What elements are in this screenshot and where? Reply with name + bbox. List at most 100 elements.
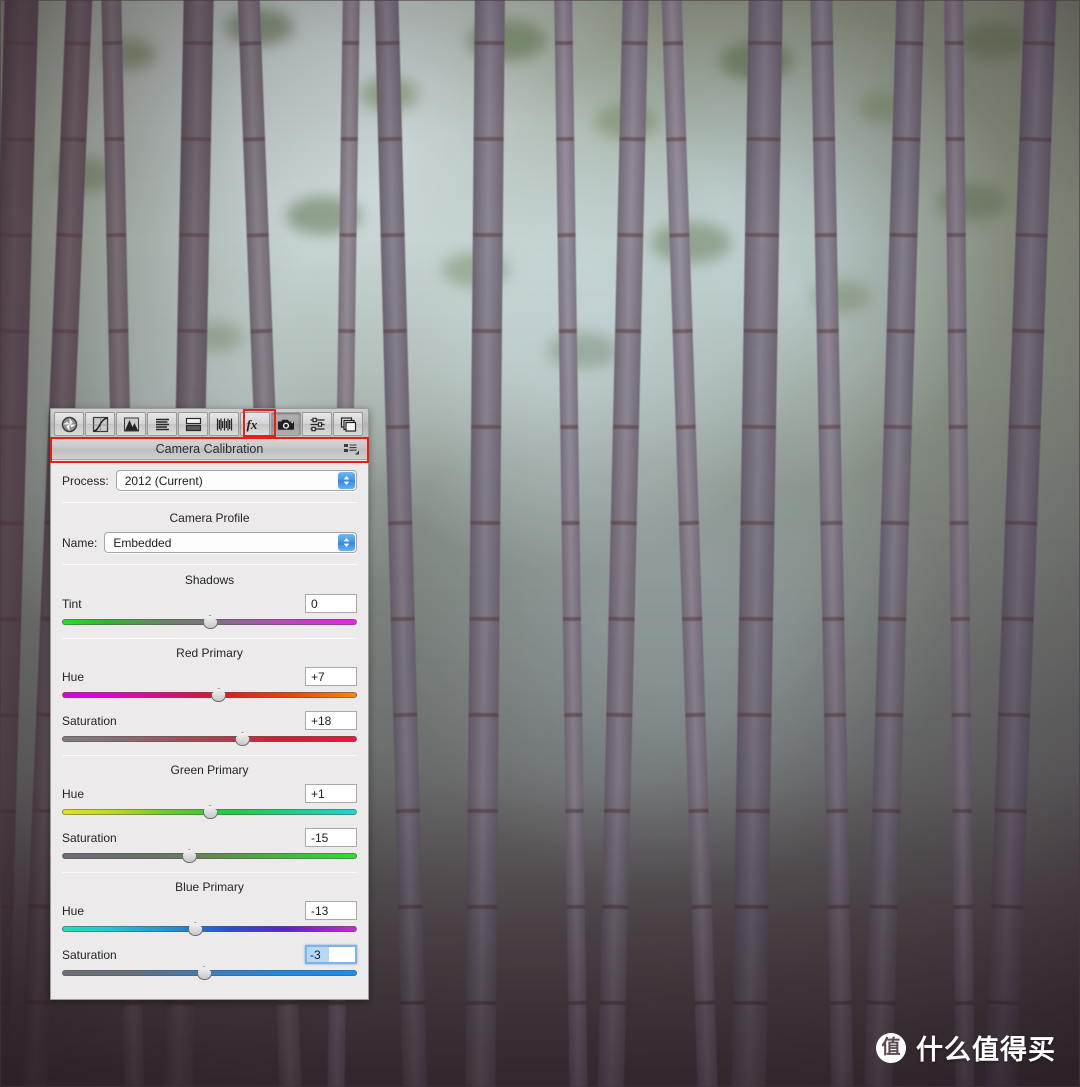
slider-label: Saturation [62, 947, 117, 962]
tab-effects[interactable]: fx [240, 412, 270, 436]
detail-triangle-icon [123, 416, 140, 433]
camera-profile-name-row: Name: Embedded [62, 532, 357, 553]
section-title: Shadows [184, 573, 235, 587]
tab-lens-corrections[interactable] [209, 412, 239, 436]
section-title: Red Primary [176, 646, 243, 660]
camera-profile-title: Camera Profile [169, 511, 250, 525]
tab-tone-curve[interactable] [85, 412, 115, 436]
slider-value-field[interactable]: -13 [305, 901, 357, 920]
process-label: Process: [62, 473, 109, 488]
process-dropdown[interactable]: 2012 (Current) [115, 470, 357, 491]
slider-knob[interactable] [211, 688, 227, 702]
slider-track [62, 736, 357, 742]
camera-profile-dropdown[interactable]: Embedded [104, 532, 357, 553]
slider-value-field[interactable]: -15 [305, 828, 357, 847]
slider-track-area[interactable] [62, 922, 357, 936]
tab-snapshots[interactable] [333, 412, 363, 436]
svg-text:fx: fx [246, 417, 257, 432]
slider-green-saturation: Saturation -15 [62, 828, 357, 863]
slider-blue-saturation: Saturation -3 [62, 945, 357, 980]
slider-track [62, 692, 357, 698]
slider-knob[interactable] [196, 966, 212, 980]
process-row: Process: 2012 (Current) [62, 470, 357, 491]
slider-blue-hue: Hue -13 [62, 901, 357, 936]
section-green-primary: Green Primary Hue +1 Saturation -15 [62, 763, 357, 863]
slider-value-field[interactable]: -3 [305, 945, 357, 964]
watermark-logo-icon: 值 [876, 1032, 906, 1063]
slider-red-hue: Hue +7 [62, 667, 357, 702]
slider-label: Hue [62, 786, 85, 801]
camera-raw-adjustment-panel: fx Camera Calibration Process: 2012 (Cur… [50, 408, 369, 1000]
slider-label: Saturation [62, 830, 117, 845]
slider-track-area[interactable] [62, 966, 357, 980]
slider-knob[interactable] [181, 849, 197, 863]
divider [62, 564, 357, 565]
hsl-grayscale-icon [154, 416, 171, 433]
tab-split-toning[interactable] [178, 412, 208, 436]
split-toning-icon [185, 416, 202, 433]
watermark-text: 什么值得买 [916, 1035, 1056, 1065]
section-red-primary: Red Primary Hue +7 Saturation +18 [62, 646, 357, 746]
effects-fx-icon: fx [246, 416, 265, 433]
slider-header: Tint 0 [62, 594, 357, 613]
slider-header: Saturation -3 [62, 945, 357, 964]
slider-track-area[interactable] [62, 849, 357, 863]
slider-track-area[interactable] [62, 688, 357, 702]
slider-knob[interactable] [187, 922, 203, 936]
slider-header: Saturation +18 [62, 711, 357, 730]
chevron-updown-icon[interactable] [338, 472, 355, 489]
panel-menu-icon[interactable] [344, 443, 360, 458]
slider-track [62, 926, 357, 932]
slider-value-field[interactable]: +7 [305, 667, 357, 686]
section-title: Blue Primary [175, 880, 244, 894]
slider-label: Hue [62, 669, 85, 684]
tab-basic[interactable] [54, 412, 84, 436]
section-shadows: Shadows Tint 0 [62, 573, 357, 629]
tab-camera-calibration[interactable] [271, 412, 301, 436]
slider-track [62, 853, 357, 859]
section-title: Green Primary [170, 763, 249, 777]
slider-track-area[interactable] [62, 805, 357, 819]
slider-track-area[interactable] [62, 732, 357, 746]
slider-red-saturation: Saturation +18 [62, 711, 357, 746]
camera-calibration-icon [277, 416, 295, 433]
chevron-updown-icon[interactable] [338, 534, 355, 551]
tab-hsl-grayscale[interactable] [147, 412, 177, 436]
divider [62, 755, 357, 756]
slider-tint: Tint 0 [62, 594, 357, 629]
section-blue-primary: Blue Primary Hue -13 Saturation -3 [62, 880, 357, 980]
basic-aperture-icon [61, 416, 78, 433]
process-value: 2012 (Current) [124, 473, 203, 488]
presets-sliders-icon [309, 416, 326, 433]
panel-content: Process: 2012 (Current) Camera Profile N… [51, 460, 368, 980]
slider-header: Hue -13 [62, 901, 357, 920]
slider-header: Hue +7 [62, 667, 357, 686]
panel-title: Camera Calibration [155, 441, 264, 456]
divider [62, 872, 357, 873]
slider-knob[interactable] [202, 805, 218, 819]
snapshots-icon [340, 416, 357, 433]
slider-value-field[interactable]: +1 [305, 784, 357, 803]
tab-detail[interactable] [116, 412, 146, 436]
slider-label: Saturation [62, 713, 117, 728]
slider-label: Tint [62, 596, 82, 611]
slider-knob[interactable] [234, 732, 250, 746]
tab-presets[interactable] [302, 412, 332, 436]
tone-curve-icon [92, 416, 109, 433]
lens-corrections-icon [216, 416, 233, 433]
panel-tab-toolbar: fx [51, 409, 368, 438]
slider-label: Hue [62, 903, 85, 918]
slider-track-area[interactable] [62, 615, 357, 629]
watermark: 值 什么值得买 [876, 1028, 1056, 1067]
slider-value-field[interactable]: 0 [305, 594, 357, 613]
panel-title-bar[interactable]: Camera Calibration [51, 438, 368, 460]
divider [62, 638, 357, 639]
slider-value-field[interactable]: +18 [305, 711, 357, 730]
slider-header: Saturation -15 [62, 828, 357, 847]
divider [62, 502, 357, 503]
slider-knob[interactable] [202, 615, 218, 629]
slider-green-hue: Hue +1 [62, 784, 357, 819]
camera-profile-value: Embedded [113, 535, 172, 550]
camera-profile-name-label: Name: [62, 535, 98, 550]
slider-header: Hue +1 [62, 784, 357, 803]
